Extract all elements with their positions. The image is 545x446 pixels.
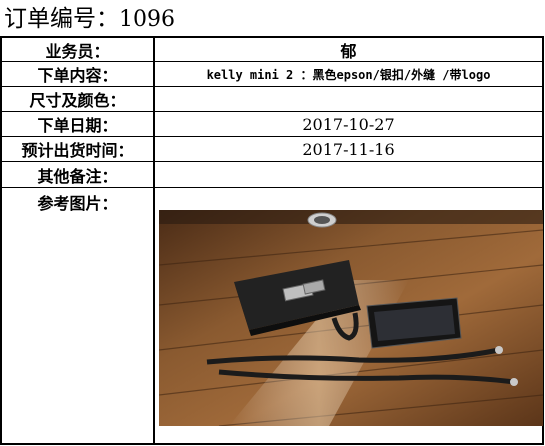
- order-number: 1096: [119, 7, 175, 32]
- remarks-label: 其他备注：: [2, 162, 155, 187]
- reference-image-label: 参考图片：: [2, 188, 155, 443]
- size-color-label: 尺寸及颜色：: [2, 87, 155, 111]
- row-size-color: 尺寸及颜色：: [2, 87, 542, 112]
- product-photo-icon: [159, 210, 543, 426]
- order-title-label: 订单编号：: [4, 6, 119, 32]
- row-remarks: 其他备注：: [2, 162, 542, 188]
- order-date-value: 2017-10-27: [302, 114, 395, 134]
- order-date-label: 下单日期：: [2, 112, 155, 136]
- row-ship-date: 预计出货时间： 2017-11-16: [2, 137, 542, 162]
- ship-date-label: 预计出货时间：: [2, 137, 155, 161]
- row-order-content: 下单内容： kelly mini 2 ：黑色epson/银扣/外缝 /带logo: [2, 62, 542, 87]
- salesperson-value: 郁: [340, 41, 357, 61]
- row-reference-image: 参考图片：: [2, 188, 543, 443]
- order-sheet: 业务员： 郁 下单内容： kelly mini 2 ：黑色epson/银扣/外缝…: [0, 36, 544, 445]
- ship-date-value: 2017-11-16: [302, 139, 395, 159]
- row-order-date: 下单日期： 2017-10-27: [2, 112, 542, 137]
- salesperson-label: 业务员：: [2, 38, 155, 61]
- order-content-value: kelly mini 2 ：黑色epson/银扣/外缝 /带logo: [206, 67, 491, 82]
- size-color-value: [155, 87, 542, 111]
- row-salesperson: 业务员： 郁: [2, 38, 542, 62]
- remarks-value: [155, 162, 542, 187]
- order-title: 订单编号：1096: [4, 4, 175, 34]
- product-photo: [159, 210, 543, 426]
- order-content-label: 下单内容：: [2, 62, 155, 86]
